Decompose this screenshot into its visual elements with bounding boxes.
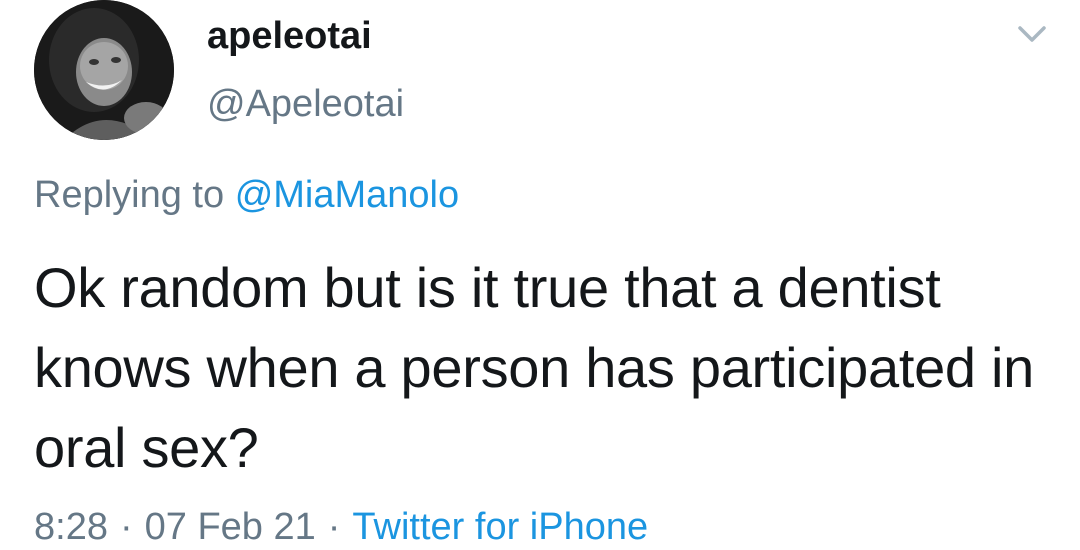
tweet-date[interactable]: 07 Feb 21	[145, 506, 316, 548]
tweet-text: Ok random but is it true that a dentist …	[34, 256, 1035, 479]
tweet-time[interactable]: 8:28	[34, 506, 108, 548]
meta-separator: ·	[119, 506, 133, 548]
tweet-meta: 8:28 · 07 Feb 21 · Twitter for iPhone	[34, 504, 648, 550]
user-handle[interactable]: @Apeleotai	[207, 82, 404, 126]
avatar[interactable]	[34, 0, 174, 140]
display-name[interactable]: apeleotai	[207, 14, 372, 58]
tweet-source-link[interactable]: Twitter for iPhone	[352, 506, 648, 548]
chevron-down-icon[interactable]	[1016, 22, 1048, 46]
meta-separator: ·	[327, 506, 341, 548]
reply-mention-link[interactable]: @MiaManolo	[235, 174, 459, 216]
reply-prefix: Replying to	[34, 174, 225, 216]
profile-photo-icon	[34, 0, 174, 140]
reply-context: Replying to @MiaManolo	[34, 172, 459, 218]
